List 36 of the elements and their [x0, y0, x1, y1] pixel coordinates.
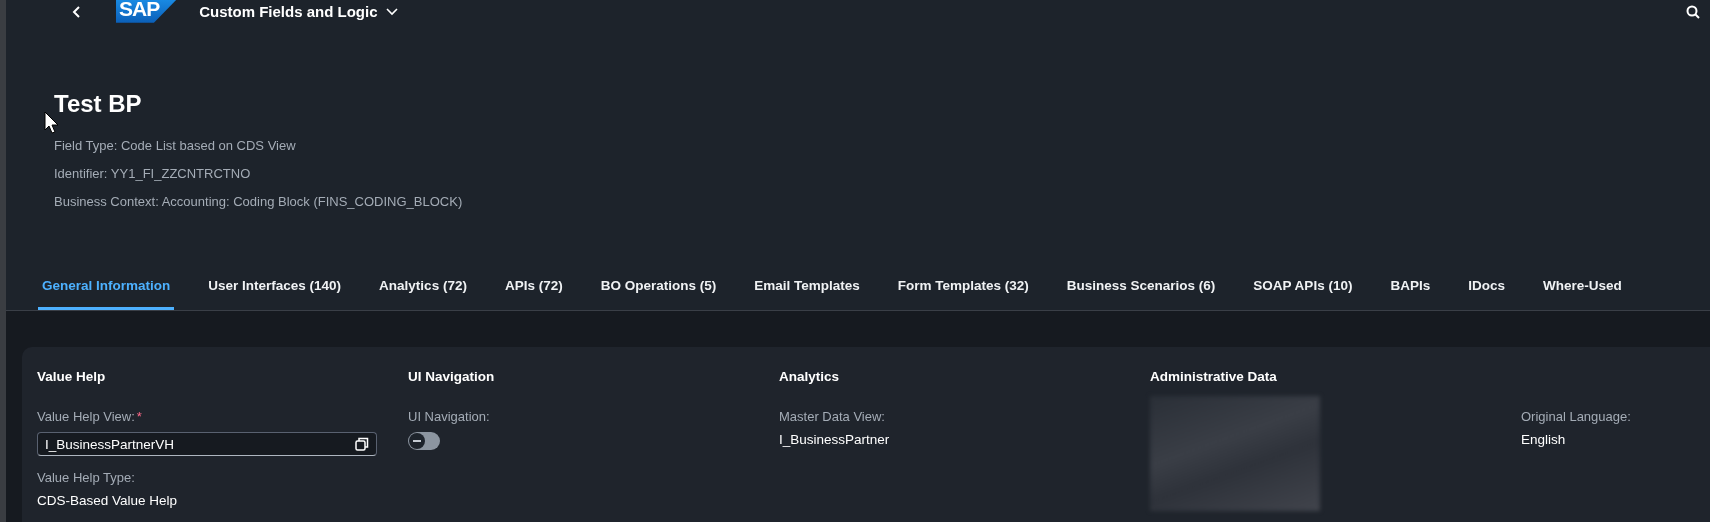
tab[interactable]: Form Templates (32) [893, 278, 1033, 310]
back-icon [72, 4, 82, 19]
header-attribute: Business Context: Accounting: Coding Block (FINS_CODING_BLOCK) [54, 193, 464, 209]
field-label: UI Navigation: [408, 409, 491, 424]
object-title: Test BP [54, 89, 143, 118]
tab[interactable]: APIs (72) [500, 278, 567, 310]
toggle-switch[interactable] [408, 432, 440, 450]
tab[interactable]: Business Scenarios (6) [1062, 278, 1220, 310]
tab[interactable]: Where-Used [1538, 278, 1626, 310]
field-label: Original Language: [1521, 409, 1632, 424]
tab[interactable]: IDocs [1464, 278, 1509, 310]
tab[interactable]: Analytics (72) [375, 278, 471, 310]
field-label: Value Help Type: [37, 470, 136, 485]
tab[interactable]: SOAP APIs (10) [1249, 278, 1357, 310]
input-field[interactable]: I_BusinessPartnerVH [37, 432, 377, 456]
header-attribute: Identifier: YY1_FI_ZZCNTRCTNO [54, 165, 252, 181]
chevron-down-icon [385, 7, 398, 16]
app-title-menu[interactable]: Custom Fields and Logic [199, 3, 398, 21]
tab[interactable]: BO Operations (5) [596, 278, 721, 310]
section-title: Administrative Data [1150, 369, 1278, 386]
field-label: Master Data View: [779, 409, 886, 424]
tab[interactable]: BAPIs [1386, 278, 1435, 310]
section-title: Value Help [37, 369, 107, 386]
copy-icon[interactable] [355, 437, 369, 451]
tab[interactable]: User Interfaces (140) [204, 278, 346, 310]
tab[interactable]: Email Templates [750, 278, 864, 310]
section-title: UI Navigation [408, 369, 496, 386]
field-label: Value Help View:* [37, 409, 143, 424]
section-title: Analytics [779, 369, 841, 386]
field-value: CDS-Based Value Help [37, 493, 179, 508]
field-value: I_BusinessPartner [779, 432, 891, 447]
header-attribute: Field Type: Code List based on CDS View [54, 137, 297, 153]
search-icon [1686, 4, 1700, 19]
required-marker: * [136, 409, 142, 424]
mouse-cursor-icon [44, 111, 60, 135]
field-value: English [1521, 432, 1567, 447]
